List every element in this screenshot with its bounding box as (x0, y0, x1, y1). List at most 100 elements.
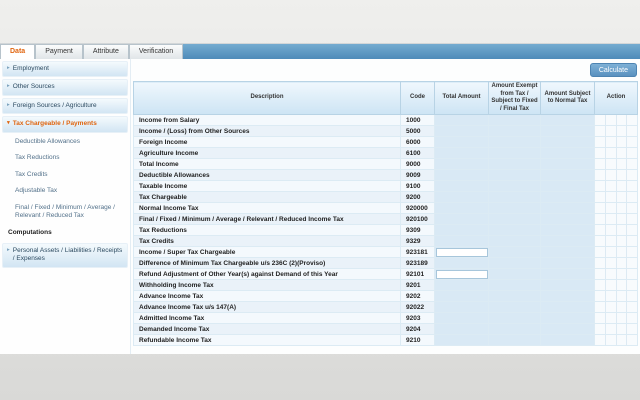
row-code: 9203 (400, 312, 435, 324)
action-slot (596, 225, 606, 235)
sidebar-item-foreign-sources-agriculture[interactable]: ▸ Foreign Sources / Agriculture (2, 97, 128, 115)
action-slot (606, 115, 617, 125)
action-slot (617, 181, 628, 191)
column-header-total-amount: Total Amount (434, 81, 489, 115)
action-slot (617, 214, 628, 224)
row-description: Refundable Income Tax (133, 334, 401, 346)
tab-attribute[interactable]: Attribute (82, 44, 129, 59)
amount-exempt-cell (488, 279, 541, 291)
chevron-right-icon: ▸ (7, 246, 10, 253)
app-window: Data Payment Attribute Verification ▸ Employ… (0, 43, 640, 354)
row-code: 9202 (400, 290, 435, 302)
sidebar-item-label: Other Sources (12, 83, 55, 91)
amount-exempt-cell (488, 257, 541, 269)
action-slot (617, 236, 628, 246)
action-slot (617, 203, 628, 213)
action-slot (617, 313, 628, 323)
tab-verification[interactable]: Verification (128, 44, 184, 59)
row-code: 9100 (400, 180, 435, 192)
total-amount-input[interactable] (435, 269, 488, 279)
tab-strip (183, 44, 640, 59)
row-description: Income from Salary (133, 114, 401, 126)
table-row: Normal Income Tax 920000 (133, 202, 638, 214)
action-grid (596, 170, 637, 180)
amount-exempt-cell (488, 147, 541, 159)
action-slot (627, 160, 636, 169)
action-grid (596, 291, 637, 301)
amount-normal-cell (540, 158, 595, 170)
sidebar-item-tax-reductions[interactable]: Tax Reductions (2, 151, 128, 165)
action-slot (627, 193, 636, 202)
content-area: ▸ Employment ▸ Other Sources ▸ Foreign Source… (0, 59, 640, 354)
row-code: 9204 (400, 323, 435, 335)
total-amount-input[interactable] (435, 247, 488, 257)
row-code: 6100 (400, 147, 435, 159)
sidebar-item-adjustable-tax[interactable]: Adjustable Tax (2, 184, 128, 198)
action-cell (594, 191, 638, 203)
action-cell (594, 279, 638, 291)
sidebar-item-deductible-allowances[interactable]: Deductible Allowances (2, 135, 128, 149)
action-slot (596, 115, 606, 125)
sidebar-item-personal-assets-liabilities-receipts-exp[interactable]: ▸ Personal Assets / Liabilities / Receipt… (2, 242, 128, 268)
table-row: Income / (Loss) from Other Sources 5000 (133, 125, 638, 137)
action-slot (627, 292, 636, 301)
sidebar-item-tax-chargeable-payments[interactable]: ▾ Tax Chargeable / Payments (2, 116, 128, 133)
action-slot (596, 126, 606, 136)
total-amount-cell (434, 334, 489, 346)
action-cell (594, 114, 638, 126)
amount-normal-cell (540, 191, 595, 203)
action-grid (596, 313, 637, 323)
chevron-right-icon: ▸ (7, 101, 10, 108)
row-description: Tax Chargeable (133, 191, 401, 203)
sidebar-item-employment[interactable]: ▸ Employment (2, 61, 128, 78)
row-code: 9000 (400, 158, 435, 170)
amount-normal-cell (540, 312, 595, 324)
column-header-action: Action (594, 81, 638, 115)
action-grid (596, 115, 637, 125)
action-cell (594, 147, 638, 159)
sidebar-item-final-fixed-minimum-average-relevant-red[interactable]: Final / Fixed / Minimum / Average / Rele… (2, 201, 128, 224)
amount-exempt-cell (488, 246, 541, 258)
total-amount-cell (434, 202, 489, 214)
sidebar-item-computations[interactable]: Computations (2, 225, 128, 240)
action-slot (617, 148, 628, 158)
action-grid (596, 181, 637, 191)
action-slot (606, 225, 617, 235)
row-description: Demanded Income Tax (133, 323, 401, 335)
action-slot (596, 181, 606, 191)
row-description: Advance Income Tax u/s 147(A) (133, 301, 401, 313)
amount-exempt-cell (488, 213, 541, 225)
amount-normal-cell (540, 169, 595, 181)
action-cell (594, 136, 638, 148)
action-slot (606, 181, 617, 191)
row-description: Foreign Income (133, 136, 401, 148)
row-description: Normal Income Tax (133, 202, 401, 214)
action-cell (594, 213, 638, 225)
tab-payment[interactable]: Payment (35, 44, 83, 59)
row-description: Deductible Allowances (133, 169, 401, 181)
action-slot (627, 325, 636, 334)
sidebar-item-label: Foreign Sources / Agriculture (12, 101, 97, 109)
action-slot (627, 336, 636, 345)
calculate-button[interactable]: Calculate (589, 63, 637, 77)
action-slot (606, 203, 617, 213)
row-code: 9309 (400, 224, 435, 236)
action-grid (596, 159, 637, 169)
sidebar-item-other-sources[interactable]: ▸ Other Sources (2, 79, 128, 96)
table-row: Agriculture Income 6100 (133, 147, 638, 159)
total-amount-cell (434, 213, 489, 225)
amount-normal-cell (540, 224, 595, 236)
action-slot (627, 215, 636, 224)
sidebar-item-tax-credits[interactable]: Tax Credits (2, 168, 128, 182)
total-amount-cell[interactable] (434, 246, 489, 258)
row-description: Tax Credits (133, 235, 401, 247)
total-amount-cell (434, 312, 489, 324)
row-description: Admitted Income Tax (133, 312, 401, 324)
action-grid (596, 126, 637, 136)
row-description: Advance Income Tax (133, 290, 401, 302)
tab-bar: Data Payment Attribute Verification (0, 44, 640, 59)
row-code: 9329 (400, 235, 435, 247)
total-amount-cell[interactable] (434, 268, 489, 280)
tab-data[interactable]: Data (0, 44, 36, 59)
table-row: Withholding Income Tax 9201 (133, 279, 638, 291)
